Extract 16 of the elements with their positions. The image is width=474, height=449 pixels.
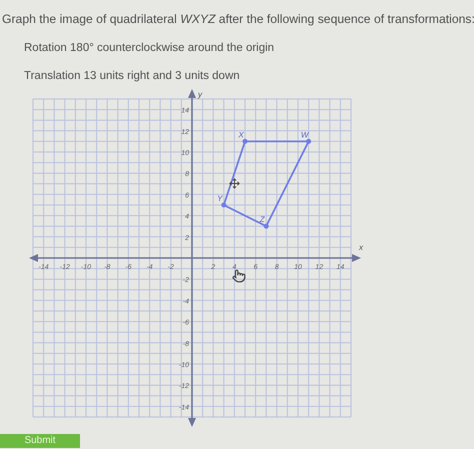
vertex-label: Z	[260, 215, 265, 224]
vertex-point[interactable]	[221, 202, 226, 208]
hand-cursor-icon	[232, 269, 246, 284]
vertex-label: Y	[217, 194, 222, 203]
submit-button[interactable]: Submit	[0, 434, 80, 448]
vertex-label: W	[300, 130, 308, 140]
question-prompt: Graph the image of quadrilateral WXYZ after the following sequence of transformations:	[1, 11, 474, 28]
vertex-point[interactable]	[242, 138, 248, 144]
vertex-point[interactable]	[264, 224, 269, 228]
transformation-step: Rotation 180° counterclockwise around the origin	[24, 40, 474, 58]
axis-label: x	[359, 242, 363, 252]
move-icon	[229, 178, 240, 189]
vertex-point[interactable]	[306, 138, 312, 144]
axis-label: y	[198, 90, 202, 99]
transformation-step: Translation 13 units right and 3 units down	[24, 68, 474, 85]
vertex-label: X	[238, 130, 244, 140]
